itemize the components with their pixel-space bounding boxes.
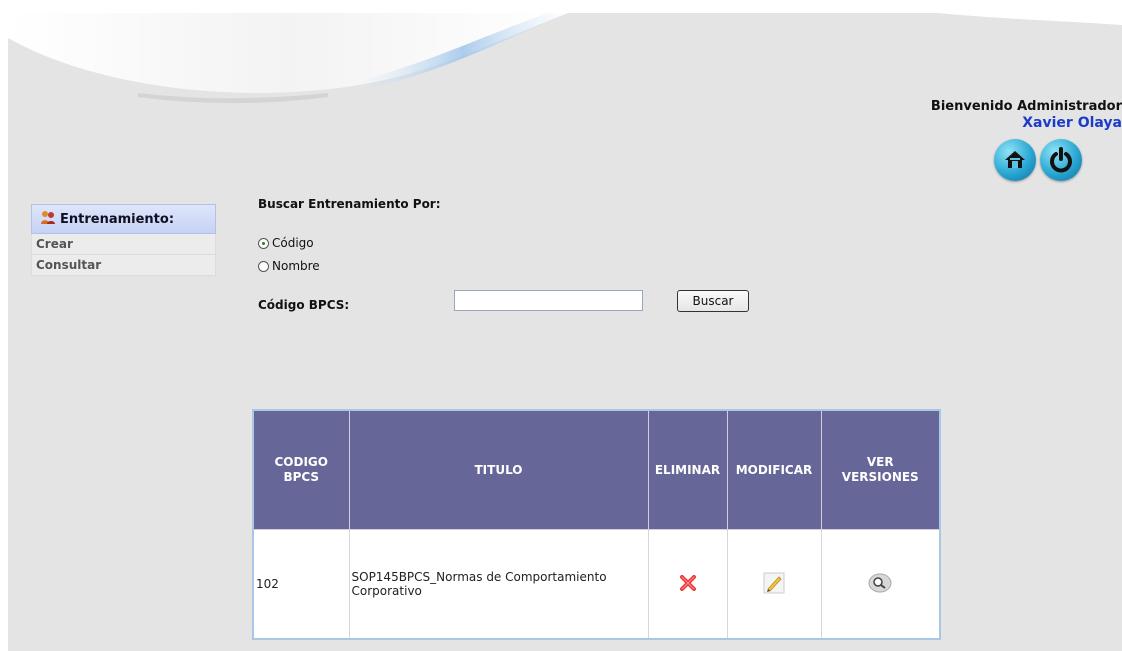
power-icon <box>1050 147 1072 173</box>
radio-codigo-label: Código <box>272 236 314 250</box>
view-magnifier-icon[interactable] <box>868 573 892 596</box>
column-header-versiones: VER VERSIONES <box>820 409 941 530</box>
column-header-codigo: CODIGO BPCS <box>252 409 350 530</box>
logout-button[interactable] <box>1040 139 1082 181</box>
welcome-text: Bienvenido Administrador <box>930 99 1122 114</box>
cell-eliminar <box>647 529 728 640</box>
sidebar-section-title: Entrenamiento: <box>60 212 175 227</box>
radio-option-nombre[interactable]: Nombre <box>258 258 320 274</box>
delete-x-icon[interactable] <box>679 574 697 595</box>
column-header-modificar: MODIFICAR <box>726 409 822 530</box>
search-heading: Buscar Entrenamiento Por: <box>258 197 441 211</box>
column-header-eliminar: ELIMINAR <box>647 409 728 530</box>
user-name: Xavier Olaya <box>1022 115 1122 131</box>
table-row: 102 SOP145BPCS_Normas de Comportamiento … <box>252 529 941 640</box>
radio-nombre[interactable] <box>258 261 269 272</box>
home-icon <box>1005 151 1025 168</box>
sidebar-section-header: Entrenamiento: <box>31 204 216 234</box>
users-icon <box>40 207 56 224</box>
edit-pencil-icon[interactable] <box>763 572 785 597</box>
sidebar-item-consultar[interactable]: Consultar <box>31 255 216 276</box>
column-header-titulo: TITULO <box>348 409 649 530</box>
radio-nombre-label: Nombre <box>272 259 320 273</box>
page-canvas: Bienvenido Administrador Xavier Olaya En… <box>8 13 1122 651</box>
cell-titulo: SOP145BPCS_Normas de Comportamiento Corp… <box>348 529 649 640</box>
welcome-block: Bienvenido Administrador Xavier Olaya <box>931 99 1122 131</box>
radio-codigo[interactable] <box>258 238 269 249</box>
sidebar: Entrenamiento: Crear Consultar <box>31 204 216 276</box>
sidebar-item-crear[interactable]: Crear <box>31 234 216 255</box>
header-swoosh-graphic <box>8 13 1122 103</box>
buscar-button[interactable]: Buscar <box>677 290 749 312</box>
cell-codigo: 102 <box>252 529 350 640</box>
cell-versiones <box>820 529 941 640</box>
radio-option-codigo[interactable]: Código <box>258 235 314 251</box>
home-button[interactable] <box>994 139 1036 181</box>
codigo-bpcs-input[interactable] <box>454 290 643 311</box>
cell-modificar <box>726 529 822 640</box>
results-table: CODIGO BPCS TITULO ELIMINAR MODIFICAR VE… <box>252 409 941 640</box>
table-header-row: CODIGO BPCS TITULO ELIMINAR MODIFICAR VE… <box>252 409 941 530</box>
codigo-bpcs-label: Código BPCS: <box>258 298 350 312</box>
